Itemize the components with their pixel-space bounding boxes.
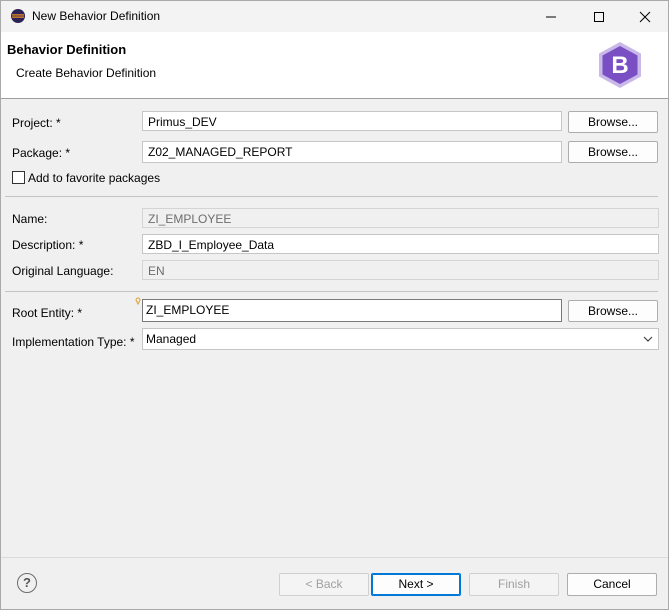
package-label: Package: * xyxy=(12,146,71,160)
back-button[interactable]: < Back xyxy=(279,573,369,596)
dialog-window: New Behavior Definition Behavior Definit… xyxy=(0,0,669,610)
separator xyxy=(5,196,658,197)
favorite-packages-checkbox[interactable] xyxy=(12,171,25,184)
window-title: New Behavior Definition xyxy=(32,9,161,23)
finish-button[interactable]: Finish xyxy=(469,573,559,596)
project-label: Project: * xyxy=(12,116,61,130)
implementation-type-label: Implementation Type: * xyxy=(12,335,135,349)
footer-separator xyxy=(1,557,668,558)
implementation-type-value: Managed xyxy=(146,332,197,346)
description-label: Description: * xyxy=(12,238,84,252)
implementation-type-select[interactable]: Managed xyxy=(142,328,659,350)
eclipse-icon xyxy=(11,9,25,23)
minimize-icon xyxy=(546,16,556,18)
package-field[interactable]: Z02_MANAGED_REPORT xyxy=(142,141,562,163)
title-bar: New Behavior Definition xyxy=(1,1,668,32)
separator xyxy=(5,291,658,292)
behavior-definition-logo-icon: B xyxy=(599,42,641,88)
wizard-header: Behavior Definition Create Behavior Defi… xyxy=(1,32,668,99)
name-field: ZI_EMPLOYEE xyxy=(142,208,659,228)
description-field[interactable]: ZBD_I_Employee_Data xyxy=(142,234,659,254)
root-entity-field[interactable]: ZI_EMPLOYEE xyxy=(142,299,562,322)
next-button[interactable]: Next > xyxy=(371,573,461,596)
project-browse-button[interactable]: Browse... xyxy=(568,111,658,133)
cancel-button[interactable]: Cancel xyxy=(567,573,657,596)
project-field[interactable]: Primus_DEV xyxy=(142,111,562,131)
package-browse-button[interactable]: Browse... xyxy=(568,141,658,163)
name-label: Name: xyxy=(12,212,48,226)
logo-letter: B xyxy=(611,52,628,79)
maximize-icon xyxy=(594,12,604,22)
original-language-field: EN xyxy=(142,260,659,280)
chevron-down-icon xyxy=(643,336,653,342)
favorite-packages-label[interactable]: Add to favorite packages xyxy=(28,171,160,185)
original-language-label: Original Language: xyxy=(12,264,114,278)
page-title: Behavior Definition xyxy=(7,42,127,57)
help-icon[interactable]: ? xyxy=(17,573,37,593)
close-button[interactable] xyxy=(622,1,668,32)
maximize-button[interactable] xyxy=(576,1,622,32)
root-entity-browse-button[interactable]: Browse... xyxy=(568,300,658,322)
content-assist-icon xyxy=(135,297,141,305)
root-entity-label: Root Entity: * xyxy=(12,306,83,320)
close-icon xyxy=(639,11,651,23)
page-description: Create Behavior Definition xyxy=(16,66,157,80)
minimize-button[interactable] xyxy=(528,1,574,32)
